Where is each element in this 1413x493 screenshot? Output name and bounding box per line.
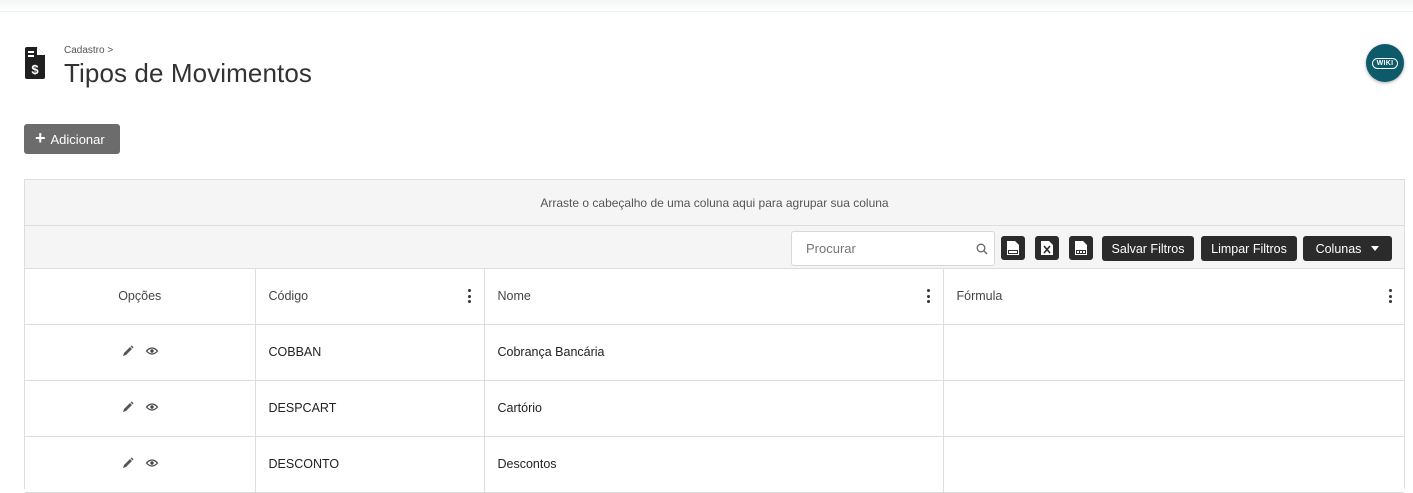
column-header-formula[interactable]: Fórmula (943, 269, 1404, 325)
pdf-export-icon (1007, 241, 1019, 255)
table-row[interactable]: COBBAN Cobrança Bancária (25, 324, 1404, 381)
column-menu-icon[interactable] (927, 289, 931, 303)
add-button-label: Adicionar (50, 131, 105, 147)
chevron-down-icon (1371, 246, 1380, 251)
plus-icon: + (35, 128, 46, 148)
column-header-label: Código (268, 289, 309, 304)
save-filters-button[interactable]: Salvar Filtros (1102, 236, 1194, 261)
eye-icon[interactable] (145, 458, 158, 468)
top-bar (0, 0, 1413, 12)
codigo-cell: COBBAN (255, 324, 485, 381)
nome-cell: Cobrança Bancária (484, 324, 944, 381)
page-title: Tipos de Movimentos (64, 58, 313, 88)
table-header-row: Opções Código Nome Fórmula (25, 269, 1404, 325)
add-button[interactable]: + Adicionar (24, 124, 120, 154)
nome-cell: Cartório (484, 380, 944, 437)
group-panel-text: Arraste o cabeçalho de uma coluna aqui p… (540, 195, 889, 210)
column-header-label: Nome (497, 289, 531, 304)
columns-dropdown-button[interactable]: Colunas (1303, 236, 1392, 261)
export-csv-button[interactable] (1069, 236, 1093, 260)
svg-text:$: $ (31, 62, 39, 77)
formula-cell (943, 324, 1404, 381)
column-menu-icon[interactable] (1388, 289, 1392, 303)
search-input[interactable] (792, 232, 968, 265)
eye-icon[interactable] (145, 346, 158, 356)
csv-export-icon (1075, 241, 1087, 255)
eye-icon[interactable] (145, 402, 158, 412)
dollar-document-icon: $ (25, 47, 45, 79)
codigo-cell: DESCONTO (255, 436, 485, 493)
table-row[interactable]: DESPCART Cartório (25, 380, 1404, 437)
search-icon[interactable] (976, 243, 988, 255)
column-header-opcoes[interactable]: Opções (25, 269, 256, 325)
column-menu-icon[interactable] (468, 289, 472, 303)
row-options-cell (25, 380, 256, 437)
breadcrumb[interactable]: Cadastro > (64, 45, 113, 56)
row-options-cell (25, 436, 256, 493)
wiki-label: WIKI (1371, 57, 1399, 69)
pencil-icon[interactable] (122, 457, 134, 469)
search-box (791, 231, 995, 266)
column-header-nome[interactable]: Nome (484, 269, 944, 325)
nome-cell: Descontos (484, 436, 944, 493)
codigo-cell: DESPCART (255, 380, 485, 437)
export-excel-button[interactable] (1035, 236, 1059, 260)
data-grid: Arraste o cabeçalho de uma coluna aqui p… (24, 179, 1405, 493)
excel-export-icon (1041, 241, 1053, 255)
group-panel[interactable]: Arraste o cabeçalho de uma coluna aqui p… (25, 180, 1404, 226)
column-header-codigo[interactable]: Código (255, 269, 485, 325)
grid-toolbar: Salvar Filtros Limpar Filtros Colunas (25, 226, 1404, 269)
formula-cell (943, 380, 1404, 437)
data-table: Opções Código Nome Fórmula COBBAN Cobran… (25, 269, 1404, 493)
table-row[interactable]: DESCONTO Descontos (25, 436, 1404, 493)
formula-cell (943, 436, 1404, 493)
row-options-cell (25, 324, 256, 381)
pencil-icon[interactable] (122, 401, 134, 413)
columns-label: Colunas (1315, 241, 1362, 256)
pencil-icon[interactable] (122, 345, 134, 357)
clear-filters-button[interactable]: Limpar Filtros (1201, 236, 1297, 261)
column-header-label: Fórmula (956, 289, 1003, 304)
wiki-button[interactable]: WIKI (1366, 44, 1404, 82)
export-pdf-button[interactable] (1001, 236, 1025, 260)
